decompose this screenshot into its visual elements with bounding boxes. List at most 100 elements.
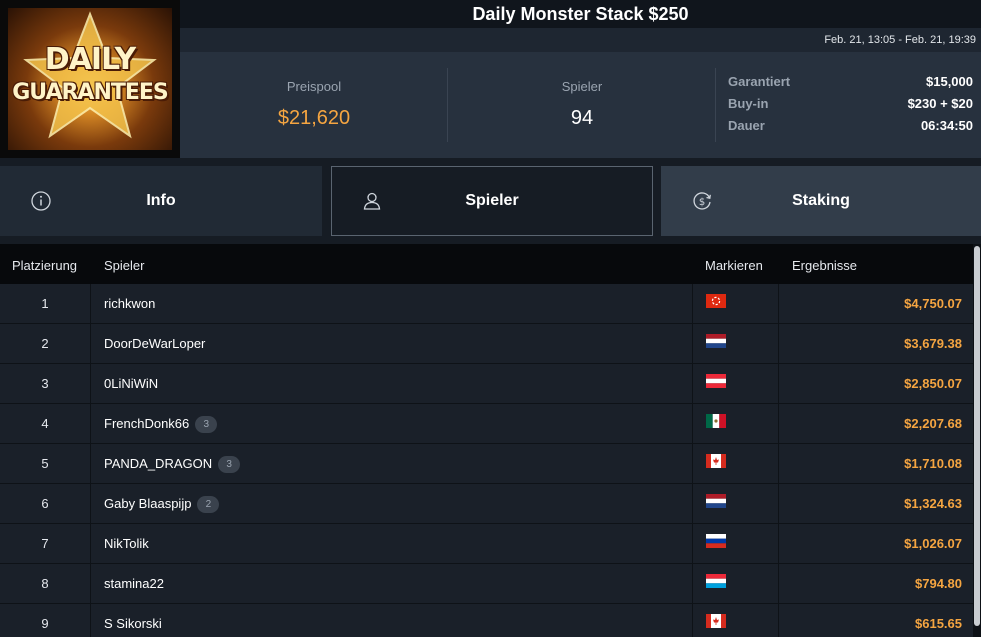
tab-players-label: Spieler xyxy=(465,192,519,209)
col-result-header[interactable]: Ergebnisse xyxy=(792,258,857,273)
table-row[interactable]: 8 stamina22 $794.80 xyxy=(0,564,973,604)
col-rank-header[interactable]: Platzierung xyxy=(12,258,77,273)
logo-text-guarantees: GUARANTEES xyxy=(12,80,169,105)
result-cell: $1,026.07 xyxy=(904,536,962,551)
buyin-label: Buy-in xyxy=(728,96,769,111)
player-name: 0LiNiWiN xyxy=(104,364,158,404)
flag-at-icon xyxy=(706,374,726,388)
flag-cell xyxy=(692,484,779,524)
players-label: Spieler xyxy=(561,79,603,94)
result-cell: $4,750.07 xyxy=(904,296,962,311)
rank-cell: 2 xyxy=(0,324,91,364)
table-row[interactable]: 1 richkwon $4,750.07 xyxy=(0,284,973,324)
result-cell: $1,710.08 xyxy=(904,456,962,471)
flag-cell xyxy=(692,364,779,404)
scrollbar-thumb[interactable] xyxy=(974,246,980,626)
player-badge: 3 xyxy=(195,416,218,434)
player-name-text: 0LiNiWiN xyxy=(104,376,159,391)
stats-panel: Preispool $21,620 Spieler 94 Garantiert … xyxy=(180,52,981,158)
table-row[interactable]: 9 S Sikorski $615.65 xyxy=(0,604,973,637)
date-bar: Feb. 21, 13:05 - Feb. 21, 19:39 xyxy=(180,28,981,52)
table-scrollbar[interactable] xyxy=(973,244,981,637)
player-name: FrenchDonk66 3 xyxy=(104,404,218,444)
rank-cell: 4 xyxy=(0,404,91,444)
table-row[interactable]: 5 PANDA_DRAGON 3 $1,710.08 xyxy=(0,444,973,484)
col-player-header[interactable]: Spieler xyxy=(104,258,144,273)
player-name: Gaby Blaaspijp 2 xyxy=(104,484,220,524)
player-name: stamina22 xyxy=(104,564,164,604)
guaranteed-row: Garantiert $15,000 xyxy=(728,74,973,96)
result-cell: $1,324.63 xyxy=(904,496,962,511)
duration-row: Dauer 06:34:50 xyxy=(728,118,973,140)
flag-ca-icon xyxy=(706,454,726,468)
player-name-text: FrenchDonk66 xyxy=(104,416,190,431)
prize-pool-value: $21,620 xyxy=(277,107,351,129)
flag-cell xyxy=(692,444,779,484)
divider xyxy=(715,68,716,142)
flag-lu-icon xyxy=(706,574,726,588)
player-name-text: richkwon xyxy=(104,296,156,311)
table-row[interactable]: 2 DoorDeWarLoper $3,679.38 xyxy=(0,324,973,364)
rank-cell: 8 xyxy=(0,564,91,604)
title-bar: Daily Monster Stack $250 xyxy=(180,0,981,28)
player-name-text: PANDA_DRAGON xyxy=(104,456,213,471)
table-row[interactable]: 3 0LiNiWiN $2,850.07 xyxy=(0,364,973,404)
date-range: Feb. 21, 13:05 - Feb. 21, 19:39 xyxy=(824,34,976,46)
table-row[interactable]: 7 NikTolik $1,026.07 xyxy=(0,524,973,564)
players-value: 94 xyxy=(570,107,594,129)
result-cell: $2,850.07 xyxy=(904,376,962,391)
flag-cell xyxy=(692,564,779,604)
flag-hk-icon xyxy=(706,294,726,308)
rank-cell: 5 xyxy=(0,444,91,484)
players-stat: Spieler 94 xyxy=(448,52,716,158)
player-name-text: Gaby Blaaspijp xyxy=(104,496,192,511)
rank-cell: 9 xyxy=(0,604,91,637)
prize-pool-label: Preispool xyxy=(286,79,342,94)
tab-players[interactable]: Spieler xyxy=(331,166,653,236)
flag-ca-icon xyxy=(706,614,726,628)
player-name: richkwon xyxy=(104,284,155,324)
result-cell: $3,679.38 xyxy=(904,336,962,351)
tab-staking[interactable]: $ Staking xyxy=(661,166,981,236)
player-name-text: DoorDeWarLoper xyxy=(104,336,206,351)
logo-art: DAILY GUARANTEES xyxy=(8,8,172,150)
flag-mx-icon xyxy=(706,414,726,428)
player-name: S Sikorski xyxy=(104,604,162,637)
col-flag-header[interactable]: Markieren xyxy=(705,258,763,273)
player-name: PANDA_DRAGON 3 xyxy=(104,444,241,484)
star-icon xyxy=(23,11,157,139)
duration-value: 06:34:50 xyxy=(920,118,973,133)
player-name: NikTolik xyxy=(104,524,149,564)
rank-cell: 3 xyxy=(0,364,91,404)
rank-cell: 6 xyxy=(0,484,91,524)
flag-nl-icon xyxy=(706,494,726,508)
table-header: Platzierung Spieler Markieren Ergebnisse xyxy=(0,244,973,284)
player-badge: 3 xyxy=(218,456,241,474)
player-name-text: S Sikorski xyxy=(104,616,162,631)
result-cell: $794.80 xyxy=(915,576,962,591)
tournament-logo: DAILY GUARANTEES xyxy=(0,0,180,158)
rank-cell: 7 xyxy=(0,524,91,564)
flag-cell xyxy=(692,524,779,564)
duration-label: Dauer xyxy=(728,118,765,133)
tab-info-label: Info xyxy=(146,192,176,209)
flag-cell xyxy=(692,284,779,324)
result-cell: $2,207.68 xyxy=(904,416,962,431)
tab-info[interactable]: Info xyxy=(0,166,322,236)
tab-staking-label: Staking xyxy=(792,192,850,209)
player-badge: 2 xyxy=(197,496,220,514)
table-row[interactable]: 4 FrenchDonk66 3 $2,207.68 xyxy=(0,404,973,444)
flag-cell xyxy=(692,324,779,364)
player-name: DoorDeWarLoper xyxy=(104,324,205,364)
flag-cell xyxy=(692,604,779,637)
player-name-text: stamina22 xyxy=(104,576,164,591)
buyin-value: $230 + $20 xyxy=(907,96,973,111)
flag-ru-icon xyxy=(706,534,726,548)
tournament-title: Daily Monster Stack $250 xyxy=(472,4,689,24)
logo-text-daily: DAILY xyxy=(44,42,136,77)
rank-cell: 1 xyxy=(0,284,91,324)
flag-cell xyxy=(692,404,779,444)
buyin-row: Buy-in $230 + $20 xyxy=(728,96,973,118)
table-row[interactable]: 6 Gaby Blaaspijp 2 $1,324.63 xyxy=(0,484,973,524)
guaranteed-value: $15,000 xyxy=(926,74,973,89)
